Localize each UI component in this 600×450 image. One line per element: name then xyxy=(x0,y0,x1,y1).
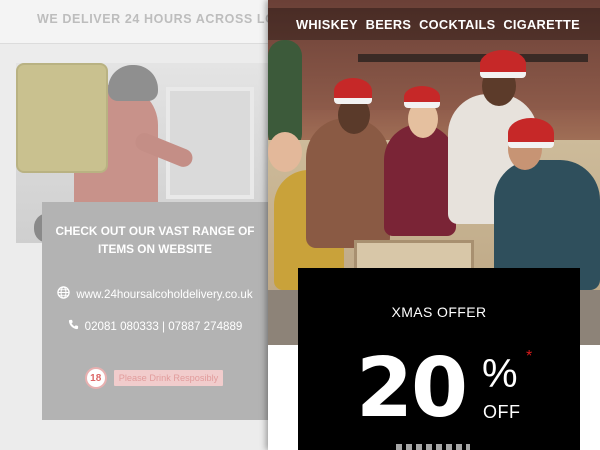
delivery-bag xyxy=(16,63,108,173)
drink-responsibly-row: 18 Please Drink Resposibly xyxy=(42,369,268,387)
delivery-banner: WE DELIVER 24 HOURS ACROSS LONDO xyxy=(0,0,268,44)
category-nav: WHISKEY BEERS COCKTAILS CIGARETTE xyxy=(268,8,600,40)
percent-sign: % xyxy=(482,352,518,396)
info-box: CHECK OUT OUR VAST RANGE OF ITEMS ON WEB… xyxy=(42,202,268,420)
offer-title: XMAS OFFER xyxy=(391,304,487,320)
phone-icon xyxy=(68,319,79,333)
santa-hat xyxy=(404,86,440,108)
info-title: CHECK OUT OUR VAST RANGE OF ITEMS ON WEB… xyxy=(55,224,255,256)
offer-asterisk: * xyxy=(526,348,533,365)
hero-window xyxy=(166,87,254,199)
promo-panel: WHISKEY BEERS COCKTAILS CIGARETTE XMAS O… xyxy=(268,0,600,450)
delivery-banner-text: WE DELIVER 24 HOURS ACROSS LONDO xyxy=(37,12,268,26)
cropped-offer-subtext xyxy=(396,444,470,450)
discount-number: 20 xyxy=(356,341,468,436)
website-link[interactable]: www.24hoursalcoholdelivery.co.uk xyxy=(76,288,252,301)
photo-person xyxy=(384,124,456,236)
santa-hat xyxy=(508,118,554,148)
xmas-offer-card[interactable]: XMAS OFFER 20 % * OFF xyxy=(298,268,580,450)
santa-hat xyxy=(480,50,526,78)
santa-hat xyxy=(334,78,372,104)
nav-cigarette[interactable]: CIGARETTE xyxy=(503,17,580,32)
photo-person xyxy=(306,118,390,248)
phone-numbers[interactable]: 02081 080333 | 07887 274889 xyxy=(85,320,243,333)
background-page: WE DELIVER 24 HOURS ACROSS LONDO CHECK O… xyxy=(0,0,268,450)
off-label: OFF xyxy=(483,402,521,422)
nav-beers[interactable]: BEERS xyxy=(366,17,412,32)
photo-shelf xyxy=(358,54,588,62)
drink-responsibly-notice: Please Drink Resposibly xyxy=(113,370,224,386)
nav-whiskey[interactable]: WHISKEY xyxy=(296,17,358,32)
website-row[interactable]: www.24hoursalcoholdelivery.co.uk xyxy=(42,286,268,302)
phone-row[interactable]: 02081 080333 | 07887 274889 xyxy=(42,319,268,333)
nav-cocktails[interactable]: COCKTAILS xyxy=(419,17,495,32)
globe-icon xyxy=(57,286,71,302)
age-18-badge: 18 xyxy=(86,369,105,387)
photo-person-head xyxy=(268,132,302,172)
